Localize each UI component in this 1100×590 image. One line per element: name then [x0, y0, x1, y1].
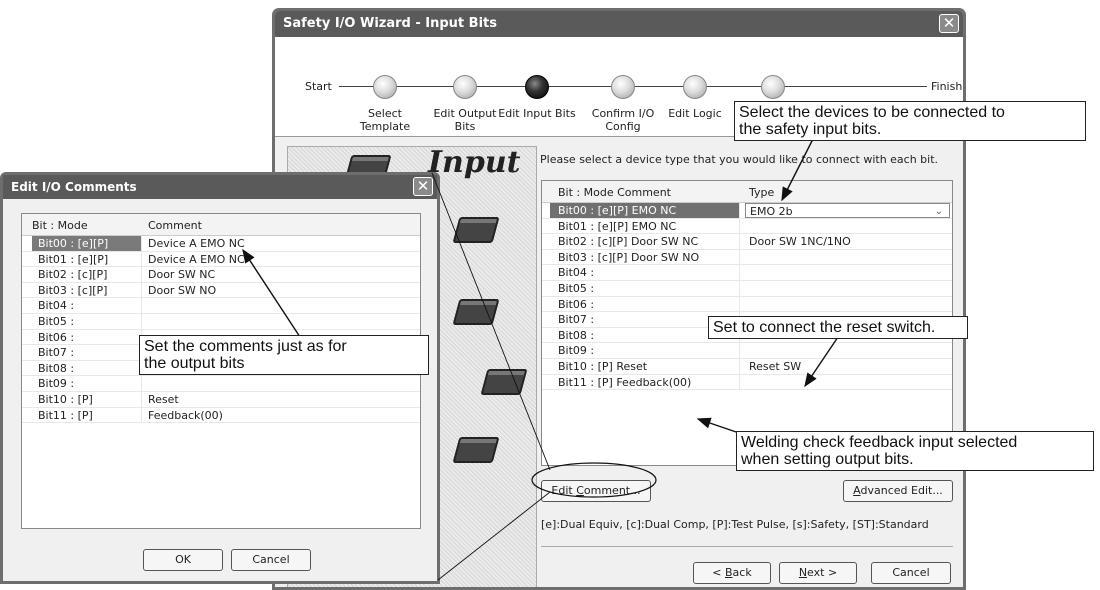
callout-arrow	[242, 248, 301, 338]
annotation-lines	[242, 134, 839, 581]
callout-comments: Set the comments just as for the output …	[139, 335, 429, 375]
callout-line: when setting output bits.	[741, 451, 914, 468]
callout-line: Select the devices to be connected to	[739, 104, 1005, 121]
callout-welding-feedback: Welding check feedback input selected wh…	[736, 431, 1094, 471]
zoom-line	[437, 491, 551, 581]
callout-arrow	[781, 134, 816, 202]
callout-select-devices: Select the devices to be connected to th…	[734, 101, 1086, 141]
zoom-line	[431, 172, 551, 471]
callout-line: Set the comments just as for	[144, 338, 347, 355]
callout-line: the safety input bits.	[739, 121, 882, 138]
highlight-ellipse	[531, 462, 657, 498]
callout-arrow	[804, 336, 839, 388]
callout-line: Welding check feedback input selected	[741, 434, 1018, 451]
callout-line: the output bits	[144, 355, 245, 372]
callout-reset-switch: Set to connect the reset switch.	[708, 316, 968, 339]
